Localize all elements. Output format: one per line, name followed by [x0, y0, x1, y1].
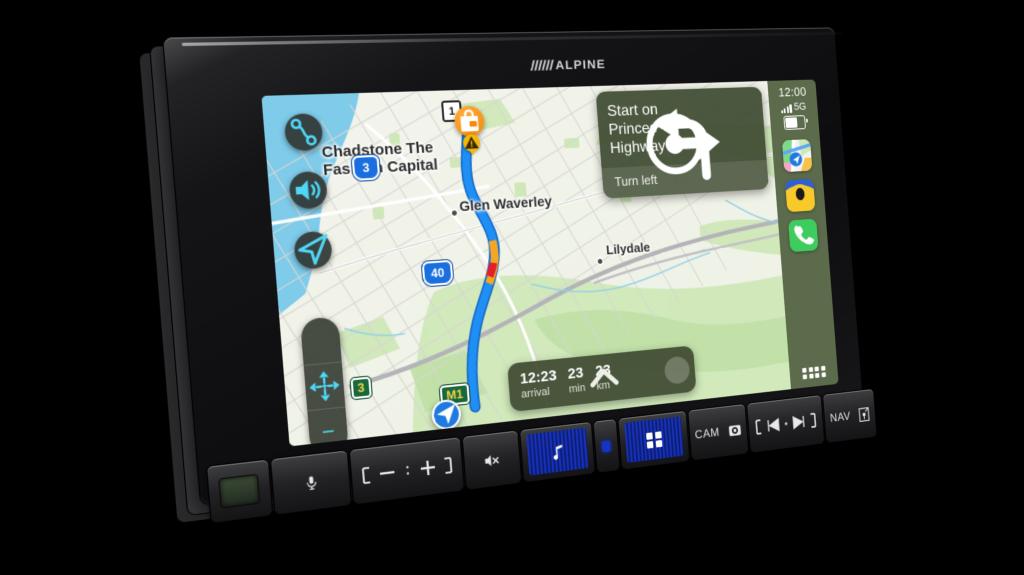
alpine-wordmark: ALPINE [555, 56, 607, 72]
warning-triangle-icon [464, 136, 479, 149]
apps-button[interactable] [618, 410, 690, 470]
turn-left-arrow-icon [654, 108, 769, 199]
alpine-slashes-icon [530, 59, 555, 71]
network-type-label: 5G [793, 101, 807, 113]
status-bar: 12:00 5G [768, 84, 819, 131]
map-label-chadstone: Chadstone The Fashion Capital [321, 139, 438, 179]
microphone-icon [303, 475, 320, 491]
reset-indicator-icon [602, 439, 612, 452]
map-zoom-pan-pill[interactable]: + − [299, 316, 349, 447]
phone-icon-art [788, 218, 819, 253]
music-note-icon [552, 444, 563, 461]
map-shield-1: 1 [441, 100, 463, 123]
eta-expand-button[interactable] [664, 355, 691, 386]
zoom-in-button[interactable]: + [303, 361, 346, 411]
bezel-highlight [181, 31, 843, 47]
map-label-chadstone-line1: Chadstone The [321, 138, 434, 162]
maps-icon-art [781, 139, 813, 173]
camera-button-label: CAM [694, 425, 720, 442]
camera-icon [728, 424, 741, 436]
nav-map-pin-icon [857, 406, 870, 423]
phone-app-icon[interactable] [788, 218, 819, 253]
battery-icon [783, 115, 807, 131]
shopping-bag-icon [453, 106, 479, 132]
waze-icon-art [785, 179, 816, 213]
navigation-instruction-card[interactable]: Start on Princes Highway Turn left [595, 86, 769, 199]
maps-app-icon[interactable] [781, 139, 813, 173]
screenshot-root: ALPINE Chadstone The Fashion Capital Gle… [0, 0, 1024, 575]
waze-app-icon[interactable] [785, 179, 816, 213]
status-signal: 5G [780, 101, 807, 114]
reset-button[interactable] [593, 419, 620, 473]
carplay-screen[interactable]: Chadstone The Fashion Capital Glen Waver… [261, 79, 839, 447]
track-button[interactable] [747, 395, 825, 453]
sidebar-app-list [781, 139, 819, 253]
waypoint-alert-pin[interactable] [462, 133, 481, 152]
nav-button[interactable]: NAV [823, 389, 877, 443]
pan-arrows-icon [309, 370, 340, 402]
speaker-volume-icon [295, 171, 328, 210]
app-grid-button[interactable] [802, 365, 826, 380]
map-poi-dot-glen-waverley [451, 210, 458, 216]
alpine-logo: ALPINE [530, 56, 607, 73]
track-skip-icon [753, 412, 819, 435]
map-label-chadstone-line2: Fashion Capital [322, 156, 439, 180]
alpine-head-unit: ALPINE Chadstone The Fashion Capital Gle… [139, 24, 877, 546]
apps-grid-icon [645, 431, 663, 449]
signal-bars-icon [781, 104, 792, 114]
destination-pin-shopping[interactable] [453, 105, 486, 137]
map-shield-3b: 3 [350, 376, 372, 400]
map-canvas[interactable]: Chadstone The Fashion Capital Glen Waver… [261, 80, 792, 447]
camera-button[interactable]: CAM [687, 403, 749, 461]
nav-button-label: NAV [829, 409, 852, 425]
map-shield-3: 3 [351, 154, 381, 181]
status-clock: 12:00 [777, 84, 807, 100]
front-bezel: ALPINE Chadstone The Fashion Capital Gle… [163, 27, 877, 523]
audio-mute-button[interactable] [288, 170, 329, 210]
